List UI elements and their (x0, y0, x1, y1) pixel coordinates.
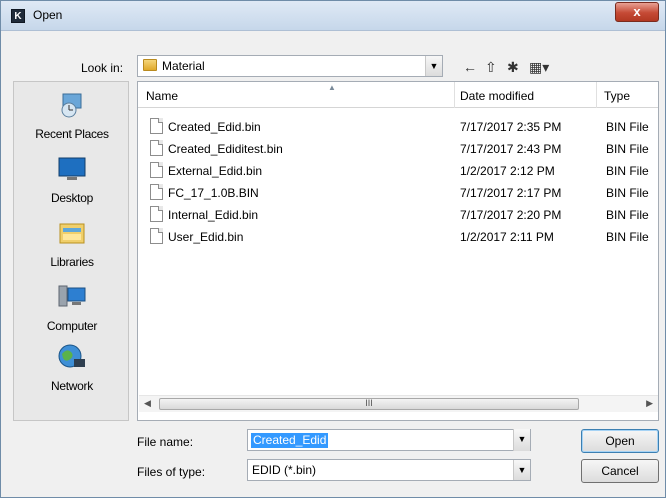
open-dialog: K Open x Look in: Material ▼ ← ⇧ ✱ ▦▾ Re… (0, 0, 666, 498)
chevron-down-icon[interactable]: ▼ (513, 460, 530, 480)
file-name-input[interactable]: Created_Edid ▼ (247, 429, 531, 451)
place-desktop[interactable]: Desktop (14, 154, 130, 205)
file-name-cell: Created_Edid.bin (168, 120, 261, 134)
up-folder-icon[interactable]: ⇧ (485, 59, 497, 76)
date-cell: 1/2/2017 2:11 PM (460, 230, 554, 244)
place-label: Recent Places (35, 127, 109, 141)
table-row[interactable]: Internal_Edid.bin 7/17/2017 2:20 PM BIN … (138, 204, 658, 226)
date-cell: 7/17/2017 2:43 PM (460, 142, 562, 156)
place-libraries[interactable]: Libraries (14, 218, 130, 269)
place-label: Computer (46, 319, 98, 333)
place-label: Desktop (51, 191, 93, 205)
column-header-name[interactable]: Name (146, 89, 178, 103)
file-name-cell: Internal_Edid.bin (168, 208, 259, 222)
open-button[interactable]: Open (581, 429, 659, 453)
close-button[interactable]: x (615, 2, 659, 22)
new-folder-icon[interactable]: ✱ (507, 59, 519, 76)
file-name-cell: Created_Ediditest.bin (168, 142, 283, 156)
file-type-label: Files of type: (137, 465, 206, 479)
place-label: Libraries (50, 255, 94, 269)
places-bar: Recent Places Desktop Libraries Computer… (13, 81, 129, 421)
date-cell: 7/17/2017 2:17 PM (460, 186, 562, 200)
file-icon (150, 140, 163, 156)
place-recent-places[interactable]: Recent Places (14, 90, 130, 141)
column-header-date-modified[interactable]: Date modified (460, 89, 534, 103)
file-type-value: EDID (*.bin) (252, 463, 317, 477)
table-row[interactable]: Created_Edid.bin 7/17/2017 2:35 PM BIN F… (138, 116, 658, 138)
dialog-title: Open (33, 8, 63, 22)
file-name-cell: FC_17_1.0B.BIN (168, 186, 259, 200)
date-cell: 7/17/2017 2:35 PM (460, 120, 562, 134)
file-name-cell: External_Edid.bin (168, 164, 263, 178)
place-computer[interactable]: Computer (14, 282, 130, 333)
chevron-down-icon[interactable]: ▼ (513, 429, 530, 451)
file-type-select[interactable]: EDID (*.bin) ▼ (247, 459, 531, 481)
table-row[interactable]: FC_17_1.0B.BIN 7/17/2017 2:17 PM BIN Fil… (138, 182, 658, 204)
scroll-right-icon[interactable]: ▶ (646, 398, 653, 409)
back-arrow-icon[interactable]: ← (463, 59, 477, 75)
type-cell: BIN File (606, 164, 649, 178)
app-icon: K (11, 9, 25, 23)
file-icon (150, 162, 163, 178)
computer-icon (58, 285, 86, 307)
chevron-down-icon[interactable]: ▼ (425, 56, 442, 76)
table-row[interactable]: External_Edid.bin 1/2/2017 2:12 PM BIN F… (138, 160, 658, 182)
table-row[interactable]: Created_Ediditest.bin 7/17/2017 2:43 PM … (138, 138, 658, 160)
cancel-button[interactable]: Cancel (581, 459, 659, 483)
file-name-value: Created_Edid (251, 433, 329, 448)
title-bar[interactable]: K Open x (1, 1, 665, 31)
file-name-cell: User_Edid.bin (168, 230, 244, 244)
look-in-combo[interactable]: Material ▼ (137, 55, 443, 77)
scroll-thumb[interactable]: III (159, 398, 579, 410)
list-header: ▲ Name Date modified Type (138, 82, 658, 108)
scroll-left-icon[interactable]: ◀ (144, 398, 151, 409)
column-header-type[interactable]: Type (604, 89, 630, 103)
desktop-icon (58, 157, 86, 180)
file-name-label: File name: (137, 435, 194, 449)
libraries-icon (59, 223, 85, 244)
look-in-label: Look in: (81, 61, 124, 75)
recent-places-icon (61, 93, 82, 118)
file-icon (150, 184, 163, 200)
type-cell: BIN File (606, 186, 649, 200)
type-cell: BIN File (606, 230, 649, 244)
horizontal-scrollbar[interactable]: ◀ III ▶ (139, 395, 658, 412)
file-icon (150, 228, 163, 244)
file-list[interactable]: ▲ Name Date modified Type Created_Edid.b… (137, 81, 659, 421)
file-icon (150, 206, 163, 222)
date-cell: 7/17/2017 2:20 PM (460, 208, 562, 222)
type-cell: BIN File (606, 120, 649, 134)
place-label: Network (51, 379, 93, 393)
network-icon (58, 344, 85, 368)
sort-ascending-icon: ▲ (328, 83, 336, 92)
date-cell: 1/2/2017 2:12 PM (460, 164, 555, 178)
folder-icon (143, 59, 157, 71)
type-cell: BIN File (606, 208, 649, 222)
type-cell: BIN File (606, 142, 649, 156)
look-in-value: Material (162, 59, 205, 73)
view-menu-icon[interactable]: ▦▾ (529, 59, 549, 76)
place-network[interactable]: Network (14, 342, 130, 393)
table-row[interactable]: User_Edid.bin 1/2/2017 2:11 PM BIN File (138, 226, 658, 248)
file-icon (150, 118, 163, 134)
